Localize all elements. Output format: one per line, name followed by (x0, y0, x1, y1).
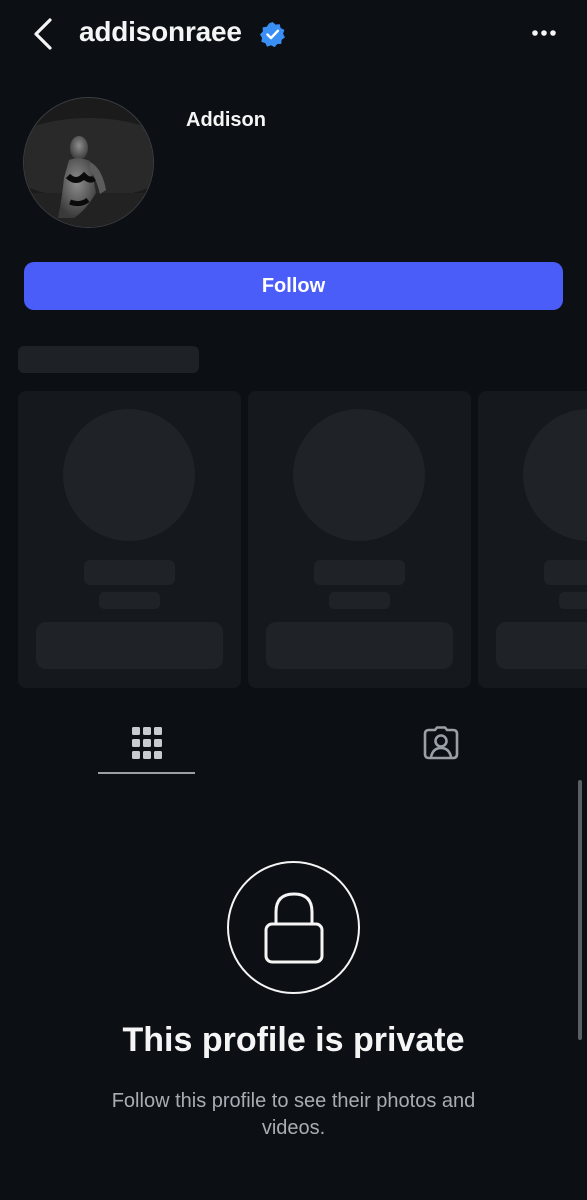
header: addisonraee (0, 0, 587, 70)
active-tab-indicator (98, 772, 195, 774)
subtitle-placeholder (99, 592, 160, 609)
back-button[interactable] (26, 14, 60, 54)
lock-icon (264, 891, 323, 963)
private-profile-title: This profile is private (122, 1021, 465, 1059)
chevron-left-icon (34, 18, 52, 50)
button-placeholder (266, 622, 453, 669)
tab-posts-grid[interactable] (98, 710, 195, 776)
avatar[interactable] (23, 97, 154, 228)
button-placeholder (36, 622, 223, 669)
name-placeholder (544, 560, 587, 585)
grid-icon (131, 727, 162, 759)
button-placeholder (496, 622, 587, 669)
lock-badge (227, 861, 360, 994)
avatar-placeholder (63, 409, 195, 541)
avatar-placeholder (293, 409, 425, 541)
follow-button[interactable]: Follow (24, 262, 563, 310)
name-placeholder (314, 560, 405, 585)
profile-username: addisonraee (79, 16, 242, 47)
suggestion-card-placeholder (478, 391, 587, 688)
avatar-placeholder (523, 409, 587, 541)
tagged-person-icon (423, 726, 458, 760)
subtitle-placeholder (559, 592, 587, 609)
profile-screen: addisonraee Addison Follow This profile … (0, 0, 587, 1200)
verified-badge-icon (260, 22, 285, 48)
suggestions-title-placeholder (18, 346, 199, 373)
subtitle-placeholder (329, 592, 390, 609)
tab-tagged[interactable] (392, 710, 489, 776)
scrollbar[interactable] (578, 780, 582, 1040)
more-horizontal-icon (532, 30, 556, 36)
private-profile-subtitle: Follow this profile to see their photos … (111, 1090, 476, 1139)
display-name: Addison (186, 109, 266, 131)
suggestion-card-placeholder (248, 391, 471, 688)
avatar-photo (24, 98, 153, 227)
name-placeholder (84, 560, 175, 585)
more-options-button[interactable] (526, 20, 562, 46)
suggestion-card-placeholder (18, 391, 241, 688)
